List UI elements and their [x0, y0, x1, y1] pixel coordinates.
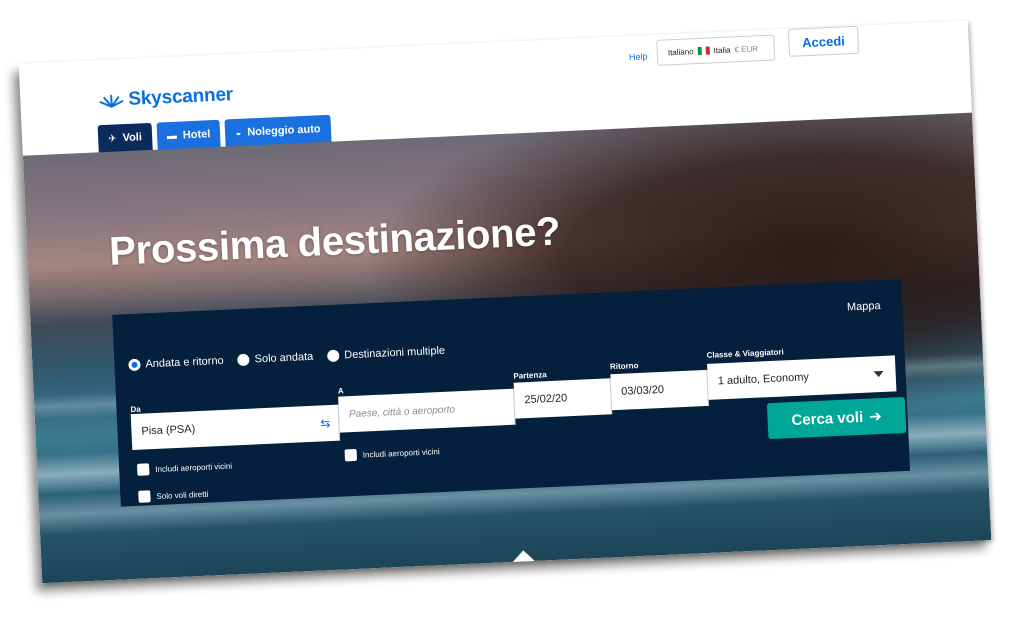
nearby-to-box[interactable] [344, 448, 358, 462]
chevron-down-icon [873, 370, 884, 378]
nearby-to-checkbox[interactable]: Includi aeroporti vicini [344, 445, 440, 462]
country-label: Italia [713, 45, 731, 55]
search-flights-label: Cerca voli [791, 408, 864, 429]
plane-icon: ✈ [107, 132, 117, 145]
hero-notch [511, 549, 536, 563]
swap-icon[interactable]: ⇆ [320, 416, 331, 430]
nearby-to-label: Includi aeroporti vicini [362, 446, 440, 460]
italy-flag-icon [697, 46, 710, 56]
radio-return-label: Andata e ritorno [145, 354, 224, 371]
tab-hotels-label: Hotel [182, 128, 211, 142]
class-travellers-value: 1 adulto, Economy [717, 371, 810, 388]
to-label: A [337, 386, 344, 396]
login-button[interactable]: Accedi [787, 25, 860, 57]
hero-title: Prossima destinazione? [108, 209, 562, 274]
trip-type-group: Andata e ritorno Solo andata Destinazion… [128, 344, 446, 372]
direct-only-box[interactable] [138, 490, 151, 503]
radio-return-dot[interactable] [128, 358, 141, 372]
radio-one-way-dot[interactable] [237, 353, 250, 367]
bed-icon: ▬ [166, 130, 178, 142]
tab-hotels[interactable]: ▬ Hotel [156, 119, 221, 151]
language-label: Italiano [667, 46, 694, 57]
radio-multi-city-label: Destinazioni multiple [343, 344, 446, 362]
logo-text: Skyscanner [127, 84, 234, 110]
nearby-from-label: Includi aeroporti vicini [155, 461, 233, 474]
departure-label: Partenza [513, 370, 547, 381]
radio-one-way-label: Solo andata [254, 350, 314, 366]
map-link[interactable]: Mappa [847, 300, 881, 314]
currency-label: € EUR [734, 43, 759, 54]
logo[interactable]: Skyscanner [98, 84, 234, 112]
direct-only-label: Solo voli diretti [156, 489, 209, 501]
page-sheet: Skyscanner Help Italiano Italia € EUR Ac… [18, 20, 992, 584]
departure-date-input[interactable]: 25/02/20 [513, 378, 613, 419]
radio-return[interactable]: Andata e ritorno [128, 354, 224, 372]
arrow-right-icon: ➔ [868, 408, 883, 426]
from-input[interactable]: Pisa (PSA) ⇆ [130, 404, 341, 451]
flight-search-panel: Mappa Andata e ritorno Solo andata Desti… [112, 278, 911, 507]
help-link[interactable]: Help [629, 51, 648, 62]
tab-flights[interactable]: ✈ Voli [97, 122, 153, 154]
nearby-from-box[interactable] [136, 463, 150, 476]
return-value: 03/03/20 [620, 383, 665, 398]
tab-flights-label: Voli [122, 131, 143, 145]
class-travellers-select[interactable]: 1 adulto, Economy [707, 355, 897, 400]
radio-one-way[interactable]: Solo andata [237, 350, 314, 367]
sunrise-icon [99, 94, 124, 108]
return-label: Ritorno [609, 361, 639, 372]
locale-button[interactable]: Italiano Italia € EUR [656, 34, 776, 66]
direct-only-checkbox[interactable]: Solo voli diretti [138, 488, 209, 503]
departure-value: 25/02/20 [524, 392, 568, 407]
search-flights-button[interactable]: Cerca voli ➔ [766, 396, 907, 440]
from-value: Pisa (PSA) [141, 423, 196, 438]
to-input[interactable]: Paese, città o aeroporto [338, 388, 516, 433]
tab-car-hire-label: Noleggio auto [247, 123, 321, 139]
to-placeholder: Paese, città o aeroporto [348, 403, 456, 420]
radio-multi-city[interactable]: Destinazioni multiple [326, 344, 446, 363]
car-icon: ◒ [235, 127, 242, 139]
class-travellers-label: Classe & Viaggiatori [706, 347, 784, 360]
nearby-from-checkbox[interactable]: Includi aeroporti vicini [136, 460, 233, 476]
return-date-input[interactable]: 03/03/20 [610, 369, 709, 411]
radio-multi-city-dot[interactable] [326, 349, 340, 363]
